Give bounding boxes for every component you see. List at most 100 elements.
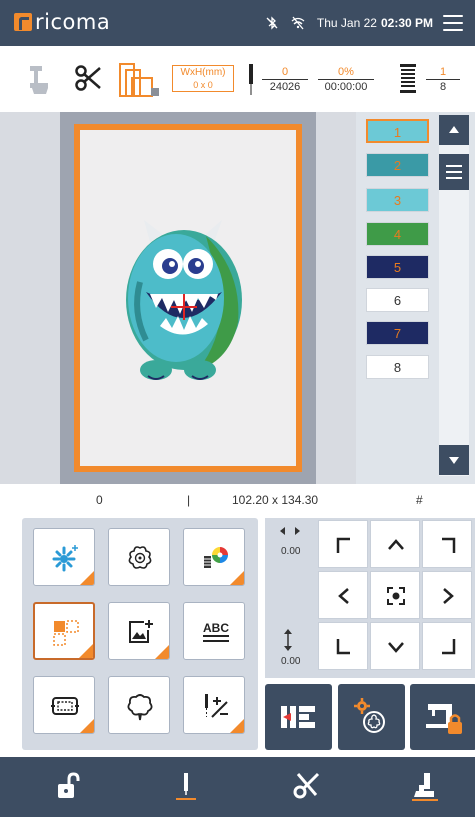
app-root: ricoma Thu Jan 22 02:30 PM WxH(mm) 0 x 0… xyxy=(0,0,475,817)
text-abc-icon: ABC xyxy=(203,621,229,642)
color-counter: 1 8 xyxy=(426,65,460,94)
bottom-nav xyxy=(0,757,475,817)
color-sequence-panel: 1 2 3 4 5 6 7 8 xyxy=(356,112,475,484)
stitch-edit-button[interactable] xyxy=(183,676,245,734)
jog-pad: 0.00 0.00 xyxy=(265,518,475,678)
needle-icon[interactable] xyxy=(171,771,201,801)
color-label-7: 7 xyxy=(393,326,402,341)
unlock-icon[interactable] xyxy=(52,771,82,801)
color-label-5: 5 xyxy=(393,260,402,275)
brand-mark-icon xyxy=(14,13,32,31)
machine-toolbar: WxH(mm) 0 x 0 0 24026 0% 00:00:00 1 8 xyxy=(0,46,475,112)
info-hash: # xyxy=(416,493,423,507)
select-layout-icon xyxy=(53,620,79,646)
outline-shape-button[interactable] xyxy=(108,676,170,734)
select-layout-button[interactable] xyxy=(33,602,95,660)
top-bar: ricoma Thu Jan 22 02:30 PM xyxy=(0,0,475,46)
svg-text:ABC: ABC xyxy=(203,621,229,635)
outline-shape-icon xyxy=(127,694,153,721)
center-focus-icon xyxy=(387,587,405,605)
menu-icon[interactable] xyxy=(443,15,463,31)
jog-left-button[interactable] xyxy=(318,571,368,619)
color-label-3: 3 xyxy=(393,193,402,208)
add-text-button[interactable]: ABC xyxy=(183,602,245,660)
wifi-off-icon xyxy=(291,16,305,30)
brand-name: ricoma xyxy=(35,10,111,34)
jog-down-left-button[interactable] xyxy=(318,622,368,670)
trim-icon[interactable] xyxy=(74,64,102,92)
corner-bottom-left-icon xyxy=(336,639,350,655)
jog-up-button[interactable] xyxy=(370,520,420,568)
hoop-frame-icon xyxy=(51,697,79,715)
progress-counter: 0% 00:00:00 xyxy=(318,65,374,94)
design-settings-icon xyxy=(354,698,385,733)
chevron-left-icon xyxy=(338,588,349,604)
color-item-5[interactable]: 5 xyxy=(366,255,429,279)
brand-logo: ricoma xyxy=(14,9,110,35)
color-current: 1 xyxy=(439,66,447,78)
stitch-counter: 0 24026 xyxy=(262,65,308,94)
color-item-6[interactable]: 6 xyxy=(366,288,429,312)
size-box[interactable]: WxH(mm) 0 x 0 xyxy=(172,65,234,92)
hoop-frame-button[interactable] xyxy=(33,676,95,734)
thread-spool-icon xyxy=(400,64,416,93)
jog-down-button[interactable] xyxy=(370,622,420,670)
stitch-current: 0 xyxy=(281,66,289,78)
corner-top-right-icon xyxy=(442,537,456,553)
info-left-value: 0 xyxy=(96,493,103,507)
color-label-1: 1 xyxy=(393,125,402,140)
color-item-7[interactable]: 7 xyxy=(366,321,429,345)
add-image-icon xyxy=(129,620,153,643)
jog-up-left-button[interactable] xyxy=(318,520,368,568)
stitch-total: 24026 xyxy=(262,79,308,94)
size-value: 0 x 0 xyxy=(193,80,213,90)
design-edit-button[interactable] xyxy=(108,528,170,586)
trace-frame-icon xyxy=(281,706,315,728)
scroll-up-button[interactable] xyxy=(439,115,469,145)
design-canvas-area xyxy=(0,112,356,484)
color-total: 8 xyxy=(426,79,460,94)
color-item-2[interactable]: 2 xyxy=(366,153,429,177)
horizontal-arrows-icon xyxy=(280,527,300,535)
flower-edit-icon xyxy=(128,546,152,569)
size-label: WxH(mm) xyxy=(180,67,226,78)
design-dimensions: 102.20 x 134.30 xyxy=(232,493,319,507)
design-settings-button[interactable] xyxy=(338,684,405,750)
chevron-right-icon xyxy=(443,588,454,604)
scroll-thumb[interactable] xyxy=(439,154,469,190)
needle-count-icon xyxy=(249,64,253,95)
trim-scissors-icon[interactable] xyxy=(292,771,322,801)
machine-lock-icon xyxy=(426,704,462,734)
vertical-arrows-icon xyxy=(284,629,292,651)
machine-lock-button[interactable] xyxy=(410,684,475,750)
hoop-select-icon[interactable] xyxy=(118,60,162,98)
add-design-button[interactable] xyxy=(33,528,95,586)
color-label-4: 4 xyxy=(393,227,402,242)
add-image-button[interactable] xyxy=(108,602,170,660)
info-separator: | xyxy=(187,493,191,507)
corner-bottom-right-icon xyxy=(442,639,456,655)
corner-top-left-icon xyxy=(336,537,350,553)
jog-up-right-button[interactable] xyxy=(422,520,472,568)
jog-down-right-button[interactable] xyxy=(422,622,472,670)
thread-color-icon xyxy=(204,547,228,568)
bobbin-winder-icon[interactable] xyxy=(28,64,52,96)
info-bar: 0 | 102.20 x 134.30 # xyxy=(0,484,475,514)
trace-frame-button[interactable] xyxy=(265,684,332,750)
jog-center-button[interactable] xyxy=(370,571,420,619)
color-item-3[interactable]: 3 xyxy=(366,188,429,212)
triangle-down-icon xyxy=(449,457,459,464)
color-item-1[interactable]: 1 xyxy=(366,119,429,143)
chevron-up-icon xyxy=(388,539,404,550)
scroll-down-button[interactable] xyxy=(439,445,469,475)
status-date: Thu Jan 22 xyxy=(316,16,377,30)
stitch-edit-icon xyxy=(205,694,228,718)
monster-design[interactable] xyxy=(118,212,248,384)
thread-color-button[interactable] xyxy=(183,528,245,586)
color-item-8[interactable]: 8 xyxy=(366,355,429,379)
presser-foot-icon[interactable] xyxy=(410,771,440,801)
edit-tools-panel: ABC xyxy=(22,518,258,750)
color-item-4[interactable]: 4 xyxy=(366,222,429,246)
status-time: 02:30 PM xyxy=(380,16,433,30)
jog-right-button[interactable] xyxy=(422,571,472,619)
